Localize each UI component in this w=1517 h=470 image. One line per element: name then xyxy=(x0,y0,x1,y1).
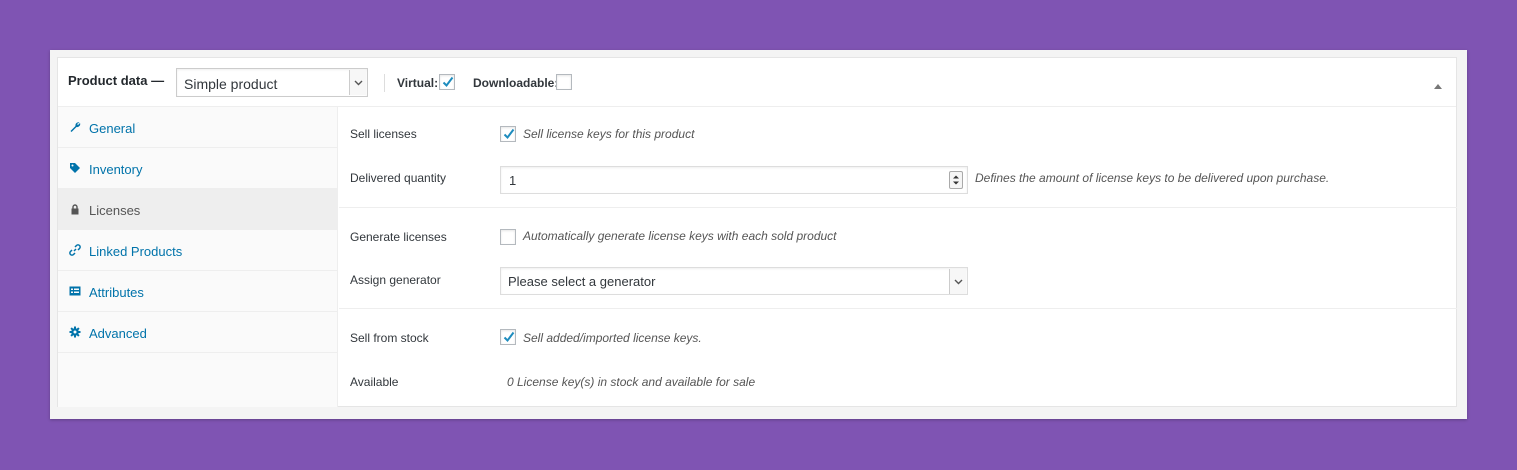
delivered-quantity-label: Delivered quantity xyxy=(350,171,447,185)
tag-icon xyxy=(70,163,80,173)
tab-label: General xyxy=(89,121,136,136)
quantity-stepper[interactable] xyxy=(949,171,963,189)
licenses-panel: Sell licenses Sell license keys for this… xyxy=(339,107,1457,407)
product-data-tabs: General Inventory Licenses Linked Produc… xyxy=(58,107,338,407)
list-icon xyxy=(69,286,81,296)
downloadable-label: Downloadable: xyxy=(473,76,559,90)
tab-label: Inventory xyxy=(89,162,143,177)
checkmark-icon xyxy=(442,76,454,88)
generate-licenses-label: Generate licenses xyxy=(350,230,447,244)
assign-generator-label: Assign generator xyxy=(350,273,441,287)
frame: Product data — Simple product Virtual: D… xyxy=(50,50,1467,419)
checkmark-icon xyxy=(503,128,515,140)
assign-generator-select[interactable]: Please select a generator xyxy=(500,267,968,295)
product-type-select[interactable]: Simple product xyxy=(176,68,368,97)
available-value: 0 License key(s) in stock and available … xyxy=(507,375,756,389)
chevron-down-icon[interactable] xyxy=(349,70,366,95)
downloadable-checkbox[interactable] xyxy=(556,74,572,90)
sell-from-stock-description: Sell added/imported license keys. xyxy=(523,331,702,345)
tab-inventory[interactable]: Inventory xyxy=(58,148,337,189)
available-label: Available xyxy=(350,375,399,389)
product-type-value: Simple product xyxy=(184,76,278,92)
assign-generator-value: Please select a generator xyxy=(508,274,656,289)
virtual-label: Virtual: xyxy=(397,76,439,90)
delivered-quantity-input[interactable]: 1 xyxy=(500,166,968,194)
generate-licenses-checkbox[interactable] xyxy=(500,229,516,245)
panel-header: Product data — Simple product Virtual: D… xyxy=(58,58,1456,107)
delivered-quantity-value: 1 xyxy=(509,173,517,188)
lock-icon xyxy=(71,204,79,215)
delivered-quantity-description: Defines the amount of license keys to be… xyxy=(975,171,1330,185)
stepper-arrows-icon xyxy=(953,175,959,185)
tab-label: Advanced xyxy=(89,326,147,341)
tab-general[interactable]: General xyxy=(58,107,337,148)
wrench-icon xyxy=(70,122,81,132)
product-data-panel: Product data — Simple product Virtual: D… xyxy=(57,57,1457,407)
sell-licenses-label: Sell licenses xyxy=(350,127,417,141)
link-icon xyxy=(69,244,81,256)
sell-from-stock-label: Sell from stock xyxy=(350,331,429,345)
license-stock-group: Sell from stock Sell added/imported lice… xyxy=(339,309,1457,407)
generate-licenses-description: Automatically generate license keys with… xyxy=(523,229,837,243)
tab-advanced[interactable]: Advanced xyxy=(58,312,337,353)
tab-label: Attributes xyxy=(89,285,144,300)
license-generator-group: Generate licenses Automatically generate… xyxy=(339,208,1457,309)
sell-from-stock-checkbox[interactable] xyxy=(500,329,516,345)
tab-attributes[interactable]: Attributes xyxy=(58,271,337,312)
checkmark-icon xyxy=(503,331,515,343)
panel-title: Product data — xyxy=(68,73,165,88)
tab-licenses[interactable]: Licenses xyxy=(58,189,337,230)
chevron-down-icon[interactable] xyxy=(949,269,966,294)
header-divider xyxy=(384,74,385,92)
sell-licenses-checkbox[interactable] xyxy=(500,126,516,142)
tab-linked-products[interactable]: Linked Products xyxy=(58,230,337,271)
collapse-arrow-icon[interactable] xyxy=(1433,77,1443,95)
sell-licenses-description: Sell license keys for this product xyxy=(523,127,695,141)
tab-label: Licenses xyxy=(89,203,141,218)
gear-icon xyxy=(69,326,81,338)
license-delivery-group: Sell licenses Sell license keys for this… xyxy=(339,107,1457,208)
virtual-checkbox[interactable] xyxy=(439,74,455,90)
tab-label: Linked Products xyxy=(89,244,183,259)
